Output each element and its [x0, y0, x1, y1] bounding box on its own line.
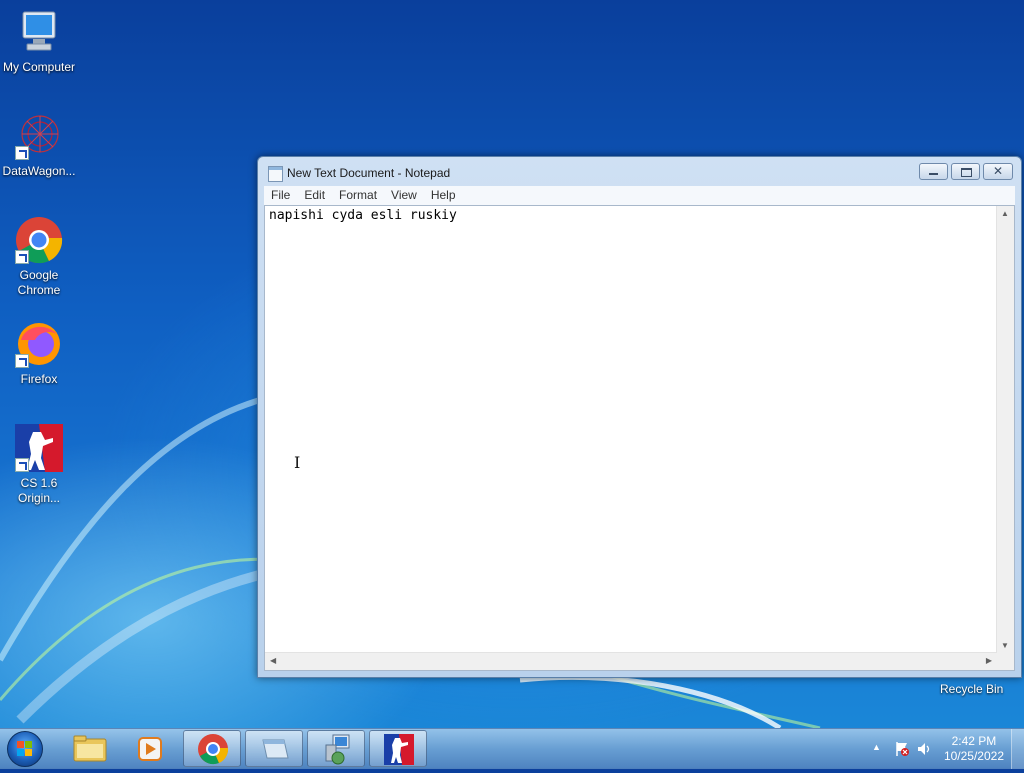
chrome-icon [15, 216, 63, 264]
chrome-icon [198, 734, 229, 765]
desktop-icon-datawagon[interactable]: DataWagon... [0, 112, 78, 179]
show-desktop-button[interactable] [1011, 729, 1024, 769]
desktop-icon-label: Google Chrome [17, 268, 61, 297]
network-icon [325, 734, 350, 765]
clock-time: 2:42 PM [951, 734, 997, 748]
maximize-icon [961, 168, 972, 177]
menu-format[interactable]: Format [332, 186, 384, 205]
minimize-button[interactable] [919, 163, 948, 180]
document-text[interactable]: napishi cyda esli ruskiy [269, 208, 457, 223]
title-bar[interactable]: New Text Document - Notepad ✕ [258, 157, 1021, 187]
start-button[interactable] [7, 731, 43, 767]
desktop-icon-label: Recycle Bin [940, 682, 1004, 696]
notepad-window[interactable]: New Text Document - Notepad ✕ File Edit Fo… [257, 156, 1022, 678]
desktop-icon-label: CS 1.6 Origin... [17, 476, 60, 505]
action-center-flag-icon[interactable] [894, 741, 910, 757]
taskbar: ▲ 2:42 PM 10/25/2022 [0, 728, 1024, 769]
windows-logo-icon [17, 741, 32, 756]
taskbar-windows-explorer[interactable] [61, 730, 119, 767]
folder-icon [73, 735, 107, 762]
desktop-icon-cs16[interactable]: CS 1.6 Origin... [0, 424, 78, 506]
datawagon-icon [15, 112, 63, 160]
volume-icon[interactable] [916, 741, 932, 757]
scroll-left-icon[interactable]: ◀ [270, 656, 276, 665]
close-button[interactable]: ✕ [983, 163, 1013, 180]
taskbar-notepad[interactable] [245, 730, 303, 767]
text-editor[interactable]: napishi cyda esli ruskiy I ▲ ▼ ◀ ▶ [264, 205, 1015, 671]
text-cursor-icon: I [294, 453, 301, 472]
taskbar-google-chrome[interactable] [183, 730, 241, 767]
counter-strike-icon [15, 424, 63, 472]
menu-file[interactable]: File [264, 186, 297, 205]
scrollbar-corner [997, 653, 1014, 670]
computer-icon [15, 8, 63, 56]
counter-strike-icon [384, 734, 414, 765]
shortcut-arrow-icon [15, 250, 29, 264]
minimize-icon [929, 173, 938, 175]
close-icon: ✕ [992, 164, 1004, 178]
desktop-icon-label: Firefox [20, 372, 58, 386]
system-tray: ▲ 2:42 PM 10/25/2022 [864, 729, 1024, 769]
desktop-icon-recycle-bin[interactable]: Recycle Bin [940, 682, 1003, 696]
menu-view[interactable]: View [384, 186, 424, 205]
clock[interactable]: 2:42 PM 10/25/2022 [944, 734, 1004, 764]
vertical-scrollbar[interactable]: ▲ ▼ [996, 206, 1014, 653]
desktop-icon-firefox[interactable]: Firefox [0, 320, 78, 387]
taskbar-counter-strike[interactable] [369, 730, 427, 767]
desktop-icon-google-chrome[interactable]: Google Chrome [0, 216, 78, 298]
taskbar-network-app[interactable] [307, 730, 365, 767]
desktop-icon-my-computer[interactable]: My Computer [0, 8, 78, 75]
horizontal-scrollbar[interactable]: ◀ ▶ [265, 652, 997, 670]
desktop-icon-label: DataWagon... [2, 164, 76, 178]
desktop-icon-label: My Computer [2, 60, 76, 74]
scroll-right-icon[interactable]: ▶ [986, 656, 992, 665]
menu-bar: File Edit Format View Help [264, 186, 1015, 205]
shortcut-arrow-icon [15, 354, 29, 368]
shortcut-arrow-icon [15, 146, 29, 160]
taskbar-media-player[interactable] [121, 730, 179, 767]
window-title: New Text Document - Notepad [287, 166, 451, 180]
notepad-icon [268, 166, 283, 182]
clock-date: 10/25/2022 [943, 749, 1004, 763]
scroll-up-icon[interactable]: ▲ [1001, 209, 1009, 218]
show-hidden-icons-button[interactable]: ▲ [872, 742, 881, 752]
notepad-icon [262, 739, 289, 759]
scroll-down-icon[interactable]: ▼ [1001, 641, 1009, 650]
maximize-button[interactable] [951, 163, 980, 180]
menu-edit[interactable]: Edit [297, 186, 332, 205]
shortcut-arrow-icon [15, 458, 29, 472]
media-player-icon [138, 737, 162, 761]
firefox-icon [15, 320, 63, 368]
menu-help[interactable]: Help [424, 186, 463, 205]
